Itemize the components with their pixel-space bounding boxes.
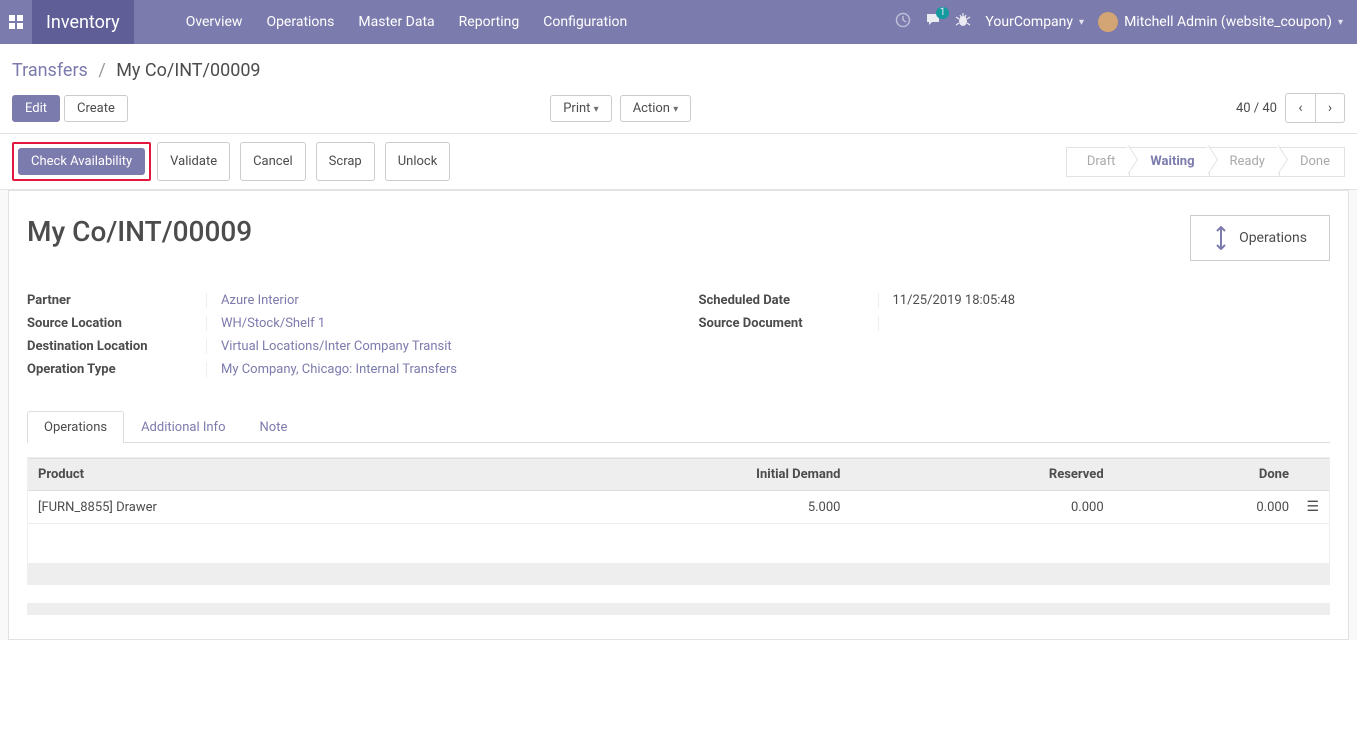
tab-operations[interactable]: Operations [27,411,124,443]
th-done[interactable]: Done [1114,459,1299,491]
user-name: Mitchell Admin (website_coupon) [1124,14,1332,30]
destination-location-value[interactable]: Virtual Locations/Inter Company Transit [221,339,452,354]
check-availability-button[interactable]: Check Availability [18,148,145,175]
nav-menu-operations[interactable]: Operations [254,0,346,44]
breadcrumb-sep: / [98,60,105,81]
cell-product: [FURN_8855] Drawer [28,491,483,524]
nav-menu-reporting[interactable]: Reporting [447,0,532,44]
status-done[interactable]: Done [1280,147,1345,177]
detail-icon[interactable]: ☰ [1299,491,1329,524]
nav-right: 1 YourCompany ▾ Mitchell Admin (website_… [895,12,1357,32]
destination-location-label: Destination Location [27,339,207,354]
edit-button[interactable]: Edit [12,95,60,122]
unlock-button[interactable]: Unlock [385,142,451,181]
messages-icon[interactable]: 1 [925,12,941,32]
scheduled-date-label: Scheduled Date [699,293,879,308]
pager: 40 / 40 ‹ › [1236,93,1345,123]
table-row[interactable]: [FURN_8855] Drawer 5.000 0.000 0.000 ☰ [28,491,1329,524]
tab-additional-info[interactable]: Additional Info [124,411,242,443]
tab-note[interactable]: Note [243,411,305,443]
cell-initial: 5.000 [483,491,850,524]
operation-type-value[interactable]: My Company, Chicago: Internal Transfers [221,362,457,377]
cell-done: 0.000 [1114,491,1299,524]
source-location-label: Source Location [27,316,207,331]
breadcrumb-current: My Co/INT/00009 [116,60,260,81]
pager-text: 40 / 40 [1236,101,1277,116]
operation-type-label: Operation Type [27,362,207,377]
th-initial-demand[interactable]: Initial Demand [483,459,850,491]
status-ready[interactable]: Ready [1210,147,1280,177]
scrap-button[interactable]: Scrap [316,142,375,181]
record-title: My Co/INT/00009 [27,215,252,248]
source-document-label: Source Document [699,316,879,331]
footer-bar [27,603,1330,615]
company-name: YourCompany [985,14,1073,30]
cancel-button[interactable]: Cancel [240,142,306,181]
nav-menu-configuration[interactable]: Configuration [531,0,639,44]
avatar [1098,12,1118,32]
control-panel: Transfers / My Co/INT/00009 Edit Create … [0,44,1357,134]
pager-next[interactable]: › [1315,93,1345,123]
clock-icon[interactable] [895,12,911,32]
chevron-down-icon: ▾ [1079,17,1084,28]
operations-table: Product Initial Demand Reserved Done [FU… [28,458,1329,584]
status-draft[interactable]: Draft [1066,147,1131,177]
app-brand[interactable]: Inventory [32,0,134,44]
breadcrumb: Transfers / My Co/INT/00009 [12,60,261,81]
action-button[interactable]: Action ▾ [620,95,692,122]
nav-menu: Overview Operations Master Data Reportin… [174,0,640,44]
source-location-value[interactable]: WH/Stock/Shelf 1 [221,316,325,331]
scheduled-date-value: 11/25/2019 18:05:48 [893,293,1016,308]
validate-button[interactable]: Validate [157,142,230,181]
chevron-down-icon: ▾ [1338,17,1343,28]
th-product[interactable]: Product [28,459,483,491]
company-switcher[interactable]: YourCompany ▾ [985,14,1084,30]
create-button[interactable]: Create [64,95,128,122]
statusbar: Draft Waiting Ready Done [1066,147,1345,177]
apps-icon[interactable] [0,0,32,44]
partner-value[interactable]: Azure Interior [221,293,299,308]
top-navbar: Inventory Overview Operations Master Dat… [0,0,1357,44]
nav-menu-masterdata[interactable]: Master Data [346,0,446,44]
th-reserved[interactable]: Reserved [850,459,1113,491]
cell-reserved: 0.000 [850,491,1113,524]
highlight-annotation: Check Availability [12,142,151,181]
tabs: Operations Additional Info Note [27,411,1330,443]
operations-stat-button[interactable]: Operations [1190,215,1330,261]
pager-prev[interactable]: ‹ [1285,93,1315,123]
partner-label: Partner [27,293,207,308]
form-sheet: My Co/INT/00009 Operations Partner Azure… [8,190,1349,640]
status-waiting[interactable]: Waiting [1130,147,1209,177]
breadcrumb-parent[interactable]: Transfers [12,60,88,81]
print-button[interactable]: Print ▾ [550,95,611,122]
nav-menu-overview[interactable]: Overview [174,0,255,44]
bug-icon[interactable] [955,12,971,32]
transfer-icon [1213,226,1229,250]
messages-badge: 1 [936,7,950,19]
user-menu[interactable]: Mitchell Admin (website_coupon) ▾ [1098,12,1343,32]
statusbar-row: Check Availability Validate Cancel Scrap… [0,134,1357,190]
operations-stat-label: Operations [1239,230,1307,246]
